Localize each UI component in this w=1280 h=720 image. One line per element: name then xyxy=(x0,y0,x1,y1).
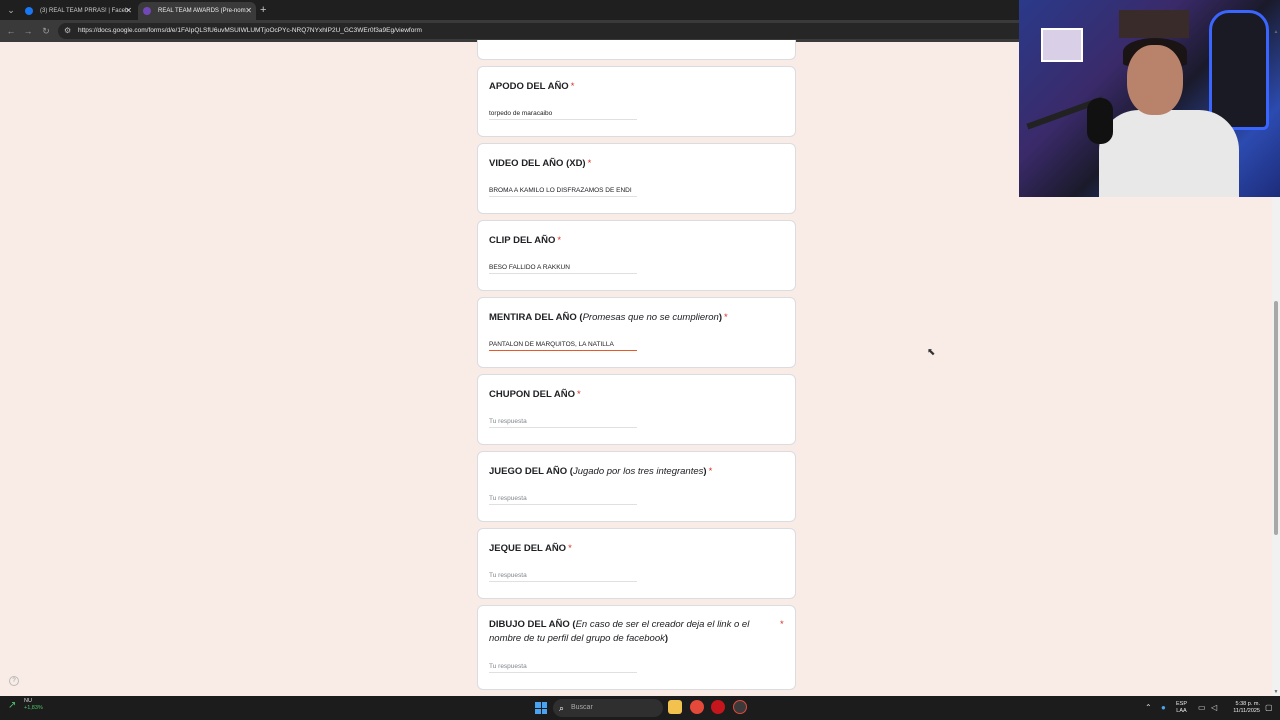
answer-input[interactable]: torpedo de maracaibo xyxy=(489,109,637,120)
mouse-cursor-icon: ⬉ xyxy=(927,347,936,358)
url-text: https://docs.google.com/forms/d/e/1FAIpQ… xyxy=(78,27,422,34)
site-info-icon[interactable]: ⚙ xyxy=(64,24,71,38)
stock-trend-icon: ↗ xyxy=(8,700,17,711)
tab-title: REAL TEAM AWARDS (Pre-nom xyxy=(158,8,246,14)
answer-input[interactable]: Tu respuesta xyxy=(489,571,637,582)
question-card: VIDEO DEL AÑO (XD) * BROMA A KAMILO LO DI… xyxy=(477,143,796,214)
notifications-icon[interactable]: ▢ xyxy=(1265,702,1273,714)
question-card: CHUPON DEL AÑO * Tu respuesta xyxy=(477,374,796,445)
file-explorer-icon[interactable] xyxy=(668,700,682,714)
language-indicator[interactable]: ESP LAA xyxy=(1176,701,1187,715)
taskbar-search[interactable]: ⌕ Buscar xyxy=(553,699,663,717)
webcam-overlay xyxy=(1019,0,1280,197)
wall-poster xyxy=(1041,28,1083,62)
answer-input[interactable]: BESO FALLIDO A RAKKUN xyxy=(489,263,637,274)
question-title: JEQUE DEL AÑO * xyxy=(489,543,572,554)
question-title: MENTIRA DEL AÑO (Promesas que no se cump… xyxy=(489,312,728,323)
microphone xyxy=(1087,98,1113,144)
answer-input[interactable]: PANTALON DE MARQUITOS, LA NATILLA xyxy=(489,340,637,351)
forms-favicon-icon xyxy=(143,7,151,15)
chrome-icon[interactable] xyxy=(690,700,704,714)
clock[interactable]: 5:38 p. m. 11/11/2025 xyxy=(1226,701,1260,715)
answer-input[interactable]: Tu respuesta xyxy=(489,494,637,505)
windows-start-icon[interactable] xyxy=(535,702,547,714)
scroll-down-icon[interactable]: ▼ xyxy=(1272,688,1280,696)
question-title: VIDEO DEL AÑO (XD) * xyxy=(489,158,592,169)
stock-widget[interactable]: NU +1,83% xyxy=(24,698,43,712)
opera-icon[interactable] xyxy=(711,700,725,714)
required-mark: * xyxy=(780,619,784,630)
previous-question-card xyxy=(477,40,796,60)
chevron-up-icon[interactable]: ⌃ xyxy=(1145,702,1152,714)
streamer-head xyxy=(1127,45,1183,115)
gaming-chair xyxy=(1209,10,1269,130)
question-card: APODO DEL AÑO * torpedo de maracaibo xyxy=(477,66,796,137)
question-card: JEQUE DEL AÑO * Tu respuesta xyxy=(477,528,796,599)
question-title: DIBUJO DEL AÑO (En caso de ser el creado… xyxy=(489,619,750,644)
search-icon: ⌕ xyxy=(559,703,565,713)
tab-title: (3) REAL TEAM PRRAS! | Faceb xyxy=(40,8,129,14)
tab-facebook[interactable]: (3) REAL TEAM PRRAS! | Faceb ✕ xyxy=(20,2,136,20)
reload-icon[interactable]: ↻ xyxy=(39,24,53,38)
answer-input[interactable]: Tu respuesta xyxy=(489,662,637,673)
question-card: JUEGO DEL AÑO (Jugado por los tres integ… xyxy=(477,451,796,522)
close-tab-icon[interactable]: ✕ xyxy=(245,2,252,20)
settings-app-icon[interactable] xyxy=(733,700,747,714)
forward-arrow-icon[interactable]: → xyxy=(21,24,35,38)
help-icon[interactable]: ? xyxy=(9,676,19,686)
answer-input[interactable]: BROMA A KAMILO LO DISFRAZAMOS DE ENDI xyxy=(489,186,637,197)
question-title: APODO DEL AÑO * xyxy=(489,81,575,92)
page-scrollbar[interactable] xyxy=(1272,197,1280,696)
new-tab-button[interactable]: + xyxy=(260,2,266,18)
microphone-tray-icon[interactable]: ● xyxy=(1161,702,1166,714)
volume-icon[interactable]: ◁ xyxy=(1211,702,1217,714)
tab-list-chevron-icon[interactable]: ⌄ xyxy=(4,3,18,17)
question-card: MENTIRA DEL AÑO (Promesas que no se cump… xyxy=(477,297,796,368)
facebook-favicon-icon xyxy=(25,7,33,15)
scroll-up-icon[interactable]: ▲ xyxy=(1272,28,1280,36)
windows-taskbar: ↗ NU +1,83% ⌕ Buscar ⌃ ● ESP LAA ▭ ◁ 5:3… xyxy=(0,696,1280,720)
question-card: CLIP DEL AÑO * BESO FALLIDO A RAKKUN xyxy=(477,220,796,291)
tab-google-forms[interactable]: REAL TEAM AWARDS (Pre-nom ✕ xyxy=(138,2,256,20)
question-card: DIBUJO DEL AÑO (En caso de ser el creado… xyxy=(477,605,796,690)
scrollbar-thumb[interactable] xyxy=(1274,301,1278,535)
streamer-body xyxy=(1099,110,1239,197)
question-title: JUEGO DEL AÑO (Jugado por los tres integ… xyxy=(489,466,713,477)
question-title: CHUPON DEL AÑO * xyxy=(489,389,581,400)
close-tab-icon[interactable]: ✕ xyxy=(125,2,132,20)
network-icon[interactable]: ▭ xyxy=(1198,702,1206,714)
back-arrow-icon[interactable]: ← xyxy=(4,24,18,38)
answer-input[interactable]: Tu respuesta xyxy=(489,417,637,428)
question-title: CLIP DEL AÑO * xyxy=(489,235,562,246)
